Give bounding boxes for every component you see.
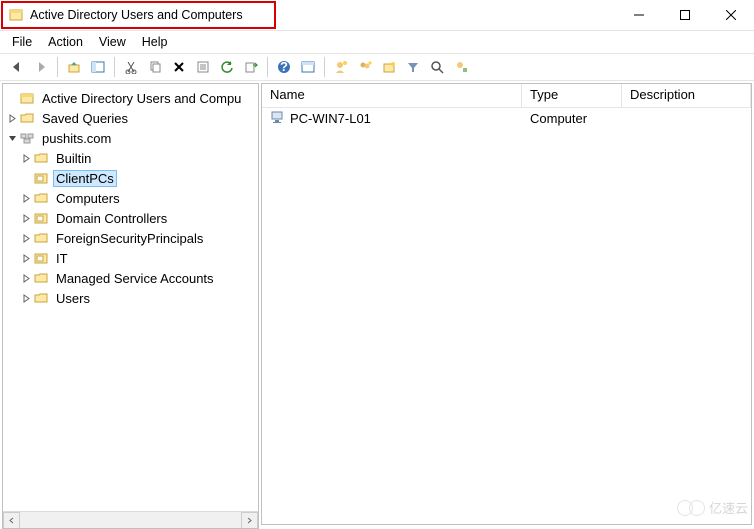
- tree-clientpcs[interactable]: ClientPCs: [5, 168, 256, 188]
- menu-help[interactable]: Help: [134, 33, 176, 51]
- msa-label: Managed Service Accounts: [53, 270, 217, 287]
- find-button[interactable]: [297, 56, 319, 78]
- export-button[interactable]: [240, 56, 262, 78]
- dc-label: Domain Controllers: [53, 210, 170, 227]
- add-to-group-icon[interactable]: [450, 56, 472, 78]
- expand-icon[interactable]: [19, 194, 33, 203]
- copy-button[interactable]: [144, 56, 166, 78]
- titlebar: Active Directory Users and Computers: [0, 0, 754, 31]
- tree-hscrollbar[interactable]: [3, 511, 258, 528]
- tree-domain-controllers[interactable]: Domain Controllers: [5, 208, 256, 228]
- tree-pane: Active Directory Users and Compu Saved Q…: [2, 83, 259, 529]
- separator: [114, 57, 115, 77]
- ou-icon: [33, 250, 49, 266]
- maximize-button[interactable]: [662, 0, 708, 30]
- expand-icon[interactable]: [19, 274, 33, 283]
- expand-icon[interactable]: [19, 154, 33, 163]
- separator: [324, 57, 325, 77]
- list-header: Name Type Description: [262, 84, 751, 108]
- expand-icon[interactable]: [19, 294, 33, 303]
- column-type[interactable]: Type: [522, 84, 622, 107]
- separator: [57, 57, 58, 77]
- show-hide-tree-button[interactable]: [87, 56, 109, 78]
- users-label: Users: [53, 290, 93, 307]
- menu-action[interactable]: Action: [40, 33, 91, 51]
- tree-fsp[interactable]: ForeignSecurityPrincipals: [5, 228, 256, 248]
- collapse-icon[interactable]: [5, 134, 19, 143]
- filter-icon[interactable]: [402, 56, 424, 78]
- computer-icon: [270, 109, 286, 128]
- window-title: Active Directory Users and Computers: [30, 8, 243, 22]
- computers-label: Computers: [53, 190, 123, 207]
- svg-text:?: ?: [280, 60, 288, 74]
- tree-it[interactable]: IT: [5, 248, 256, 268]
- refresh-button[interactable]: [216, 56, 238, 78]
- new-ou-icon[interactable]: [378, 56, 400, 78]
- ou-icon: [33, 210, 49, 226]
- toolbar: ?: [0, 53, 754, 81]
- app-icon: [8, 7, 24, 23]
- fsp-label: ForeignSecurityPrincipals: [53, 230, 206, 247]
- expand-icon[interactable]: [19, 214, 33, 223]
- folder-icon: [33, 290, 49, 306]
- properties-button[interactable]: [192, 56, 214, 78]
- scroll-right-button[interactable]: [241, 512, 258, 529]
- new-user-icon[interactable]: [330, 56, 352, 78]
- tree-root-label: Active Directory Users and Compu: [39, 90, 244, 107]
- it-label: IT: [53, 250, 71, 267]
- tree-builtin[interactable]: Builtin: [5, 148, 256, 168]
- tree-saved-queries[interactable]: Saved Queries: [5, 108, 256, 128]
- column-description[interactable]: Description: [622, 84, 751, 107]
- menu-view[interactable]: View: [91, 33, 134, 51]
- forward-button[interactable]: [30, 56, 52, 78]
- tree-domain[interactable]: pushits.com: [5, 128, 256, 148]
- scroll-left-button[interactable]: [3, 512, 20, 529]
- ou-icon: [33, 170, 49, 186]
- folder-icon: [33, 230, 49, 246]
- list-pane: Name Type Description PC-WIN7-L01 Comput…: [261, 83, 752, 525]
- row-type: Computer: [522, 111, 622, 126]
- tree-msa[interactable]: Managed Service Accounts: [5, 268, 256, 288]
- back-button[interactable]: [6, 56, 28, 78]
- folder-icon: [33, 150, 49, 166]
- expand-icon[interactable]: [5, 114, 19, 123]
- tree-users[interactable]: Users: [5, 288, 256, 308]
- help-button[interactable]: ?: [273, 56, 295, 78]
- tree-root[interactable]: Active Directory Users and Compu: [5, 88, 256, 108]
- expand-icon[interactable]: [19, 254, 33, 263]
- expand-icon[interactable]: [19, 234, 33, 243]
- cut-button[interactable]: [120, 56, 142, 78]
- new-group-icon[interactable]: [354, 56, 376, 78]
- list-body: PC-WIN7-L01 Computer: [262, 108, 751, 524]
- builtin-label: Builtin: [53, 150, 94, 167]
- saved-queries-label: Saved Queries: [39, 110, 131, 127]
- minimize-button[interactable]: [616, 0, 662, 30]
- separator: [267, 57, 268, 77]
- domain-label: pushits.com: [39, 130, 114, 147]
- up-button[interactable]: [63, 56, 85, 78]
- row-name: PC-WIN7-L01: [290, 111, 371, 126]
- aduc-icon: [19, 90, 35, 106]
- menu-file[interactable]: File: [4, 33, 40, 51]
- delete-button[interactable]: [168, 56, 190, 78]
- folder-icon: [19, 110, 35, 126]
- menubar: File Action View Help: [0, 31, 754, 53]
- list-item[interactable]: PC-WIN7-L01 Computer: [262, 108, 751, 128]
- close-button[interactable]: [708, 0, 754, 30]
- tree-computers[interactable]: Computers: [5, 188, 256, 208]
- folder-icon: [33, 270, 49, 286]
- folder-icon: [33, 190, 49, 206]
- column-name[interactable]: Name: [262, 84, 522, 107]
- search-icon[interactable]: [426, 56, 448, 78]
- clientpcs-label: ClientPCs: [53, 170, 117, 187]
- domain-icon: [19, 130, 35, 146]
